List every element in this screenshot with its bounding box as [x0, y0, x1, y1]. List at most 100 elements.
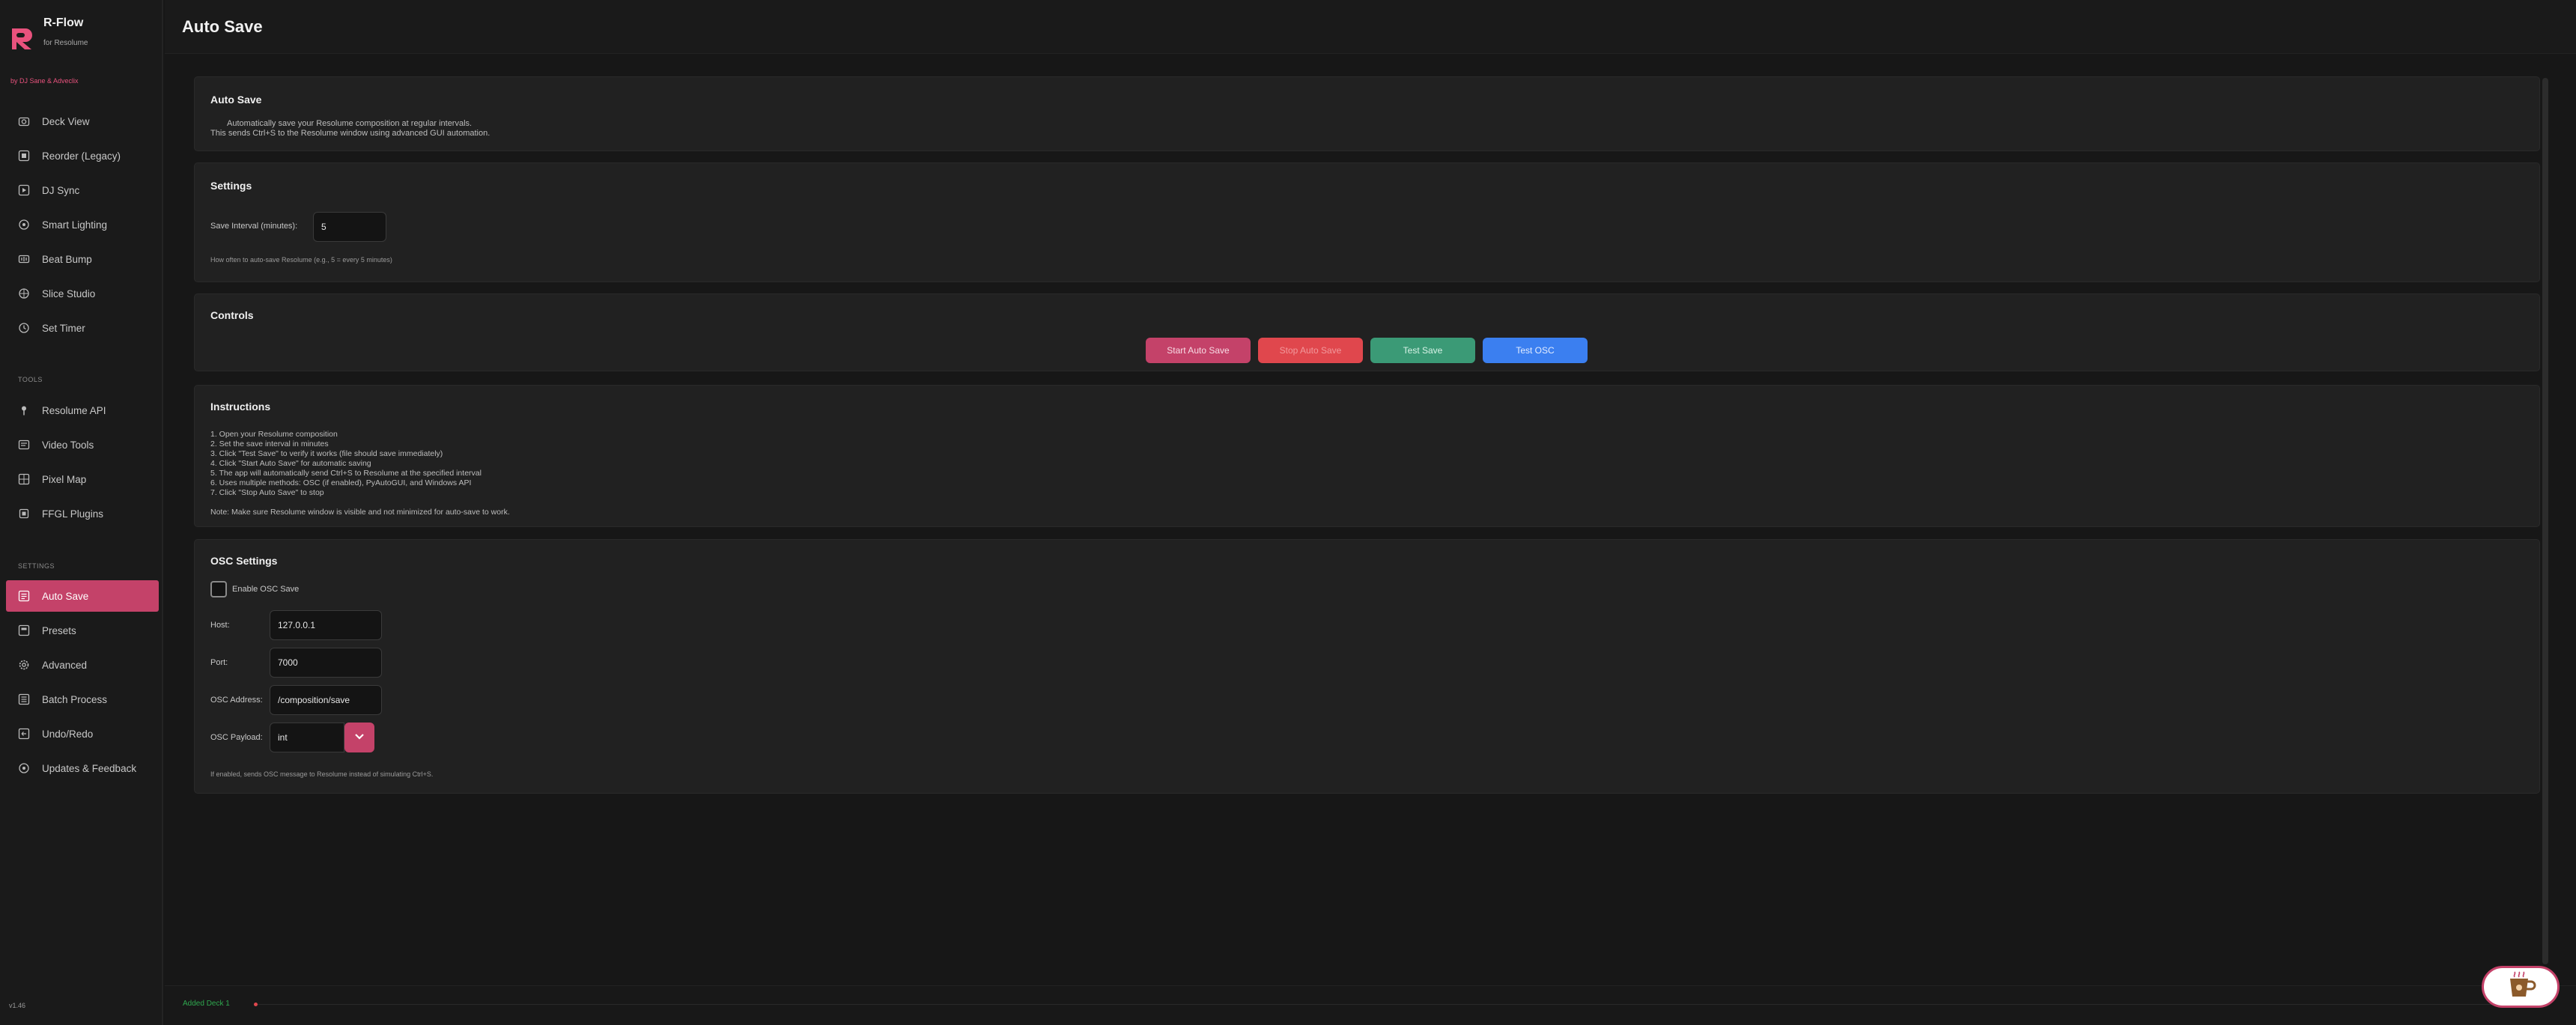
start-auto-save-button[interactable]: Start Auto Save	[1146, 338, 1251, 363]
sidebar-item-pixel-map[interactable]: Pixel Map	[6, 463, 159, 495]
undo-icon	[16, 726, 31, 741]
instruction-step: 5. The app will automatically send Ctrl+…	[210, 469, 482, 478]
tools-section-label: TOOLS	[18, 376, 43, 383]
port-input[interactable]: 7000	[270, 648, 382, 678]
stop-auto-save-button[interactable]: Stop Auto Save	[1258, 338, 1363, 363]
sidebar-item-deck-view[interactable]: Deck View	[6, 106, 159, 137]
instructions-title: Instructions	[210, 401, 271, 413]
grid-icon	[16, 472, 31, 487]
instruction-step: 6. Uses multiple methods: OSC (if enable…	[210, 478, 472, 487]
sidebar-item-label: Deck View	[42, 115, 90, 127]
sidebar-item-label: DJ Sync	[42, 184, 80, 196]
osc-address-input[interactable]: /composition/save	[270, 685, 382, 715]
instruction-step: 4. Click "Start Auto Save" for automatic…	[210, 459, 371, 468]
coffee-cup-icon	[2504, 971, 2537, 1003]
page-title: Auto Save	[182, 17, 263, 36]
sidebar-item-label: Beat Bump	[42, 253, 92, 265]
sidebar-item-label: Advanced	[42, 659, 88, 671]
sidebar-item-beat-bump[interactable]: Beat Bump	[6, 243, 159, 275]
sidebar-item-batch-process[interactable]: Batch Process	[6, 684, 159, 715]
sidebar-item-advanced[interactable]: Advanced	[6, 649, 159, 681]
sidebar-item-label: Batch Process	[42, 693, 108, 705]
interval-hint: How often to auto-save Resolume (e.g., 5…	[210, 256, 392, 264]
intro-title: Auto Save	[210, 94, 262, 106]
beat-icon	[16, 252, 31, 267]
sidebar-item-set-timer[interactable]: Set Timer	[6, 312, 159, 344]
sidebar-item-label: Updates & Feedback	[42, 762, 137, 774]
intro-line-2: This sends Ctrl+S to the Resolume window…	[210, 129, 490, 138]
osc-payload-select[interactable]: int	[270, 723, 344, 752]
sidebar-item-label: Undo/Redo	[42, 728, 94, 740]
sidebar-item-video-tools[interactable]: Video Tools	[6, 429, 159, 460]
instructions-card: Instructions 1. Open your Resolume compo…	[194, 385, 2540, 527]
osc-hint: If enabled, sends OSC message to Resolum…	[210, 770, 434, 778]
instruction-step: 1. Open your Resolume composition	[210, 430, 338, 439]
test-save-button[interactable]: Test Save	[1370, 338, 1475, 363]
interval-label: Save Interval (minutes):	[210, 222, 298, 231]
payload-dropdown-button[interactable]	[344, 723, 374, 752]
sidebar-item-label: Auto Save	[42, 590, 89, 602]
settings-title: Settings	[210, 180, 252, 192]
instruction-step: 3. Click "Test Save" to verify it works …	[210, 449, 443, 458]
osc-title: OSC Settings	[210, 555, 278, 567]
sidebar-item-reorder[interactable]: Reorder (Legacy)	[6, 140, 159, 171]
brand: R-Flow for Resolume	[10, 15, 160, 52]
video-icon	[16, 437, 31, 452]
intro-card: Auto Save Automatically save your Resolu…	[194, 76, 2540, 151]
sidebar-item-label: Presets	[42, 624, 76, 636]
scrollbar[interactable]	[2542, 78, 2548, 964]
sidebar-item-resolume-api[interactable]: Resolume API	[6, 395, 159, 426]
sidebar-item-smart-lighting[interactable]: Smart Lighting	[6, 209, 159, 240]
test-osc-button[interactable]: Test OSC	[1483, 338, 1588, 363]
settings-section-label: SETTINGS	[18, 562, 55, 570]
instruction-step: 2. Set the save interval in minutes	[210, 439, 329, 448]
sidebar-item-presets[interactable]: Presets	[6, 615, 159, 646]
sidebar-item-label: Resolume API	[42, 404, 106, 416]
bulb-icon	[16, 217, 31, 232]
r-flow-logo	[12, 28, 32, 49]
sidebar-item-label: Slice Studio	[42, 288, 96, 299]
app-name: R-Flow	[43, 16, 84, 29]
save-interval-input[interactable]: 5	[313, 212, 386, 242]
sidebar-item-auto-save[interactable]: Auto Save	[6, 580, 159, 612]
settings-card: Settings Save Interval (minutes): 5 How …	[194, 162, 2540, 282]
sidebar-item-label: FFGL Plugins	[42, 508, 104, 520]
sidebar-item-dj-sync[interactable]: DJ Sync	[6, 174, 159, 206]
intro-line-1: Automatically save your Resolume composi…	[227, 119, 473, 128]
osc-settings-card: OSC Settings Enable OSC Save Host: 127.0…	[194, 539, 2540, 794]
sidebar-item-label: Set Timer	[42, 322, 85, 334]
sidebar-item-slice-studio[interactable]: Slice Studio	[6, 278, 159, 309]
sidebar-item-updates-feedback[interactable]: Updates & Feedback	[6, 752, 159, 784]
sidebar-item-ffgl-plugins[interactable]: FFGL Plugins	[6, 498, 159, 529]
status-message: Added Deck 1	[183, 1000, 230, 1008]
sidebar-item-label: Pixel Map	[42, 473, 87, 485]
slice-icon	[16, 286, 31, 301]
controls-title: Controls	[210, 309, 254, 321]
enable-osc-label: Enable OSC Save	[232, 585, 300, 594]
timer-icon	[16, 320, 31, 335]
support-button[interactable]	[2482, 966, 2560, 1008]
sidebar: R-Flow for Resolume by DJ Sane & Advecli…	[0, 0, 163, 1025]
save-icon	[16, 588, 31, 603]
sidebar-item-label: Reorder (Legacy)	[42, 150, 121, 162]
host-input[interactable]: 127.0.0.1	[270, 610, 382, 640]
instruction-note: Note: Make sure Resolume window is visib…	[210, 508, 510, 517]
pin-icon	[16, 403, 31, 418]
app-version: v1.46	[9, 1002, 26, 1009]
byline: by DJ Sane & Adveclix	[10, 77, 79, 85]
gear-icon	[16, 657, 31, 672]
sidebar-item-label: Video Tools	[42, 439, 94, 451]
camera-icon	[16, 114, 31, 129]
plugin-icon	[16, 506, 31, 521]
header: Auto Save	[165, 0, 2576, 54]
feedback-icon	[16, 761, 31, 776]
controls-card: Controls Start Auto Save Stop Auto Save …	[194, 293, 2540, 371]
instruction-step: 7. Click "Stop Auto Save" to stop	[210, 488, 324, 497]
sidebar-item-label: Smart Lighting	[42, 219, 108, 231]
enable-osc-checkbox[interactable]	[210, 581, 227, 597]
sidebar-item-undo-redo[interactable]: Undo/Redo	[6, 718, 159, 749]
app-subtitle: for Resolume	[43, 39, 88, 47]
osc-address-label: OSC Address:	[210, 696, 263, 705]
osc-payload-label: OSC Payload:	[210, 733, 263, 742]
port-label: Port:	[210, 658, 228, 667]
